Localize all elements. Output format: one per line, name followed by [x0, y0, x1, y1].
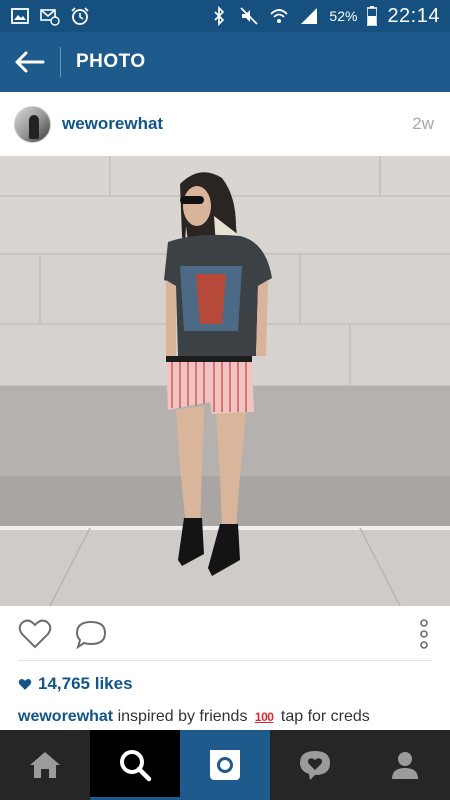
nav-camera[interactable]: [180, 730, 270, 800]
post-username[interactable]: weworewhat: [62, 114, 163, 134]
post-actions: [0, 606, 450, 662]
heart-icon: [18, 619, 52, 649]
home-icon: [30, 752, 60, 778]
mail-sync-icon: [40, 9, 60, 26]
likes-heart-icon: [18, 678, 32, 690]
search-icon: [120, 750, 152, 782]
nav-search[interactable]: [90, 730, 180, 800]
signal-icon: [301, 8, 318, 24]
activity-icon: [300, 751, 330, 780]
back-arrow-icon: [15, 51, 45, 73]
post-header: weworewhat 2w: [0, 92, 450, 156]
alarm-icon: [71, 7, 89, 25]
photo-image: [0, 156, 450, 606]
avatar[interactable]: [14, 105, 51, 143]
battery-percent: 52%: [329, 8, 358, 24]
appbar-divider: [60, 47, 61, 77]
battery-icon: [367, 6, 378, 26]
bluetooth-icon: [214, 6, 225, 26]
comment-button[interactable]: [74, 617, 108, 651]
wifi-icon: [270, 9, 289, 23]
nav-profile[interactable]: [360, 730, 450, 800]
page-title: PHOTO: [76, 51, 146, 72]
camera-icon: [210, 750, 240, 780]
post-timestamp: 2w: [412, 114, 434, 133]
likes-count[interactable]: 14,765 likes: [18, 674, 133, 694]
caption-text-2: tap for creds: [280, 708, 370, 725]
likes-label: 14,765 likes: [38, 674, 133, 693]
like-button[interactable]: [18, 617, 52, 651]
actions-divider: [18, 660, 432, 661]
app-bar: PHOTO: [0, 32, 450, 92]
profile-icon: [392, 752, 418, 779]
caption-username[interactable]: weworewhat: [18, 708, 113, 725]
clock: 22:14: [387, 4, 440, 27]
hundred-emoji-icon: 100: [254, 710, 274, 724]
mute-icon: [240, 7, 259, 25]
more-vertical-icon: [420, 619, 428, 649]
comment-icon: [75, 620, 107, 649]
caption-text: inspired by friends: [117, 708, 248, 725]
more-options-button[interactable]: [416, 617, 432, 651]
nav-home[interactable]: [0, 730, 90, 800]
gallery-icon: [11, 8, 29, 24]
post-caption: weworewhat inspired by friends 100 tap f…: [18, 708, 438, 726]
post-photo[interactable]: [0, 156, 450, 606]
bottom-nav: [0, 730, 450, 800]
nav-activity[interactable]: [270, 730, 360, 800]
status-bar: 52% 22:14: [0, 0, 450, 32]
back-button[interactable]: [0, 32, 60, 92]
